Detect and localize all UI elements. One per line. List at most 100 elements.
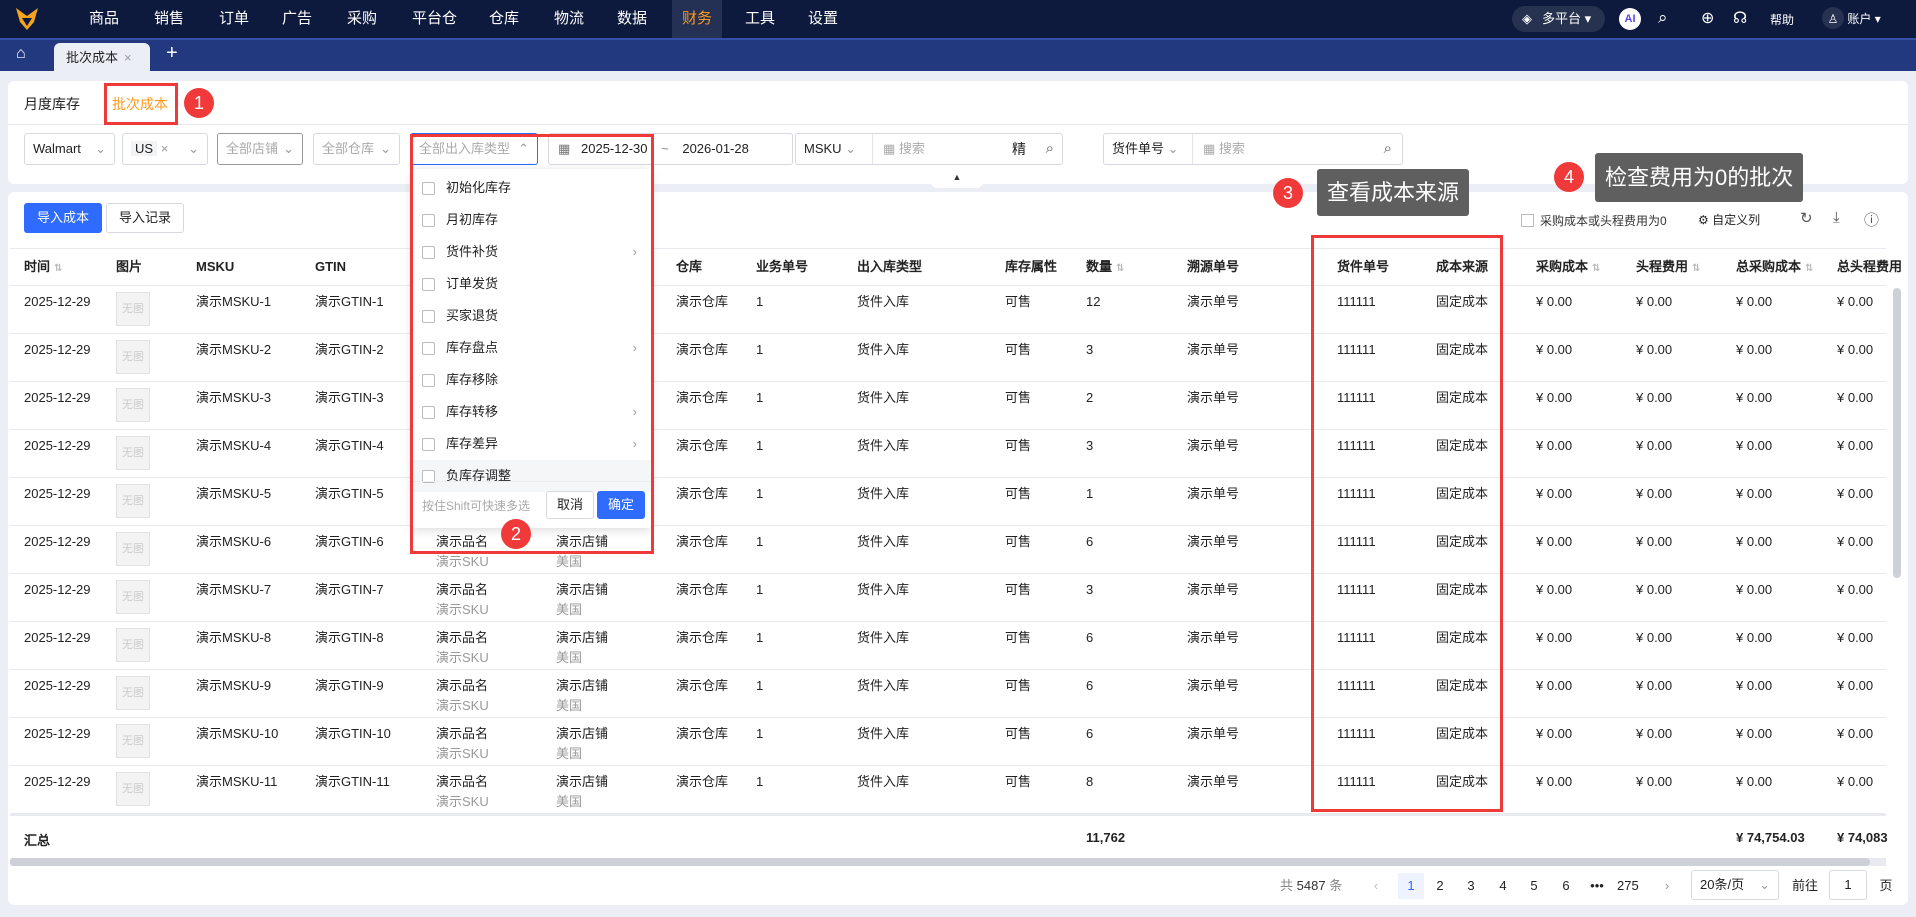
help-link[interactable]: 帮助 <box>1770 11 1794 28</box>
table-row[interactable]: 2025-12-29 无图 演示MSKU-10 演示GTIN-10 演示品名 演示SKU 演… <box>10 718 1886 766</box>
horizontal-scrollbar[interactable] <box>10 858 1886 866</box>
vertical-scrollbar[interactable] <box>1893 288 1901 578</box>
sort-icon[interactable]: ⇅ <box>1116 263 1124 274</box>
country-select[interactable]: US × ⌄ <box>122 133 208 165</box>
nav-item[interactable]: 仓库 <box>479 0 529 38</box>
exact-toggle[interactable]: 精 <box>1012 134 1026 164</box>
next-page-icon[interactable]: › <box>1657 873 1677 899</box>
sort-icon[interactable]: ⇅ <box>1805 263 1813 274</box>
time-value: 2025-12-29 <box>24 342 91 357</box>
tab-label: 批次成本 <box>66 50 119 65</box>
hf-value: ¥ 0.00 <box>1636 726 1673 741</box>
search-icon[interactable]: ⌕ <box>1384 134 1392 164</box>
nav-item[interactable]: 商品 <box>79 0 129 38</box>
page-number[interactable]: 1 <box>1398 873 1424 899</box>
sort-icon[interactable]: ⇅ <box>1692 263 1700 274</box>
shipment-input[interactable]: ▦ 搜索 ⌕ <box>1192 134 1402 164</box>
column-header[interactable]: 数量 ⇅ <box>1086 250 1124 284</box>
date-end[interactable]: 2026-01-28 <box>682 141 749 156</box>
page-number[interactable]: 6 <box>1556 873 1576 899</box>
import-records-button[interactable]: 导入记录 <box>106 203 185 233</box>
cell-attr: 可售 <box>1005 342 1031 358</box>
table-row[interactable]: 2025-12-29 无图 演示MSKU-2 演示GTIN-2 演示仓库 1 货件入库 可售 3… <box>10 334 1886 382</box>
page-number[interactable]: 3 <box>1461 873 1481 899</box>
page-number[interactable]: 5 <box>1524 873 1544 899</box>
table-row[interactable]: 2025-12-29 无图 演示MSKU-5 演示GTIN-5 演示仓库 1 货件入库 可售 1… <box>10 478 1886 526</box>
account-menu[interactable]: ♙ 账户 ▾ <box>1822 7 1881 31</box>
nav-item[interactable]: 销售 <box>144 0 194 38</box>
table-row[interactable]: 2025-12-29 无图 演示MSKU-6 演示GTIN-6 演示品名 演示SKU 演示店… <box>10 526 1886 574</box>
sku-value: 演示SKU <box>436 746 489 761</box>
cell-biz: 1 <box>756 534 763 550</box>
sort-icon[interactable]: ⇅ <box>54 263 62 274</box>
fox-logo-icon[interactable] <box>14 6 40 32</box>
cell-io: 货件入库 <box>857 534 909 550</box>
column-header[interactable]: 头程费用 ⇅ <box>1636 250 1700 284</box>
table-row[interactable]: 2025-12-29 无图 演示MSKU-1 演示GTIN-1 演示仓库 1 货件入库 可售 1… <box>10 286 1886 334</box>
add-tab-icon[interactable]: + <box>166 42 178 65</box>
scrollbar-thumb[interactable] <box>10 858 1870 866</box>
checkbox[interactable] <box>1521 214 1534 227</box>
cell-name: 演示品名 演示SKU <box>436 582 489 618</box>
import-cost-button[interactable]: 导入成本 <box>24 203 103 233</box>
cell-trace: 演示单号 <box>1187 390 1239 406</box>
nav-item[interactable]: 平台仓 <box>402 0 467 38</box>
table-row[interactable]: 2025-12-29 无图 演示MSKU-4 演示GTIN-4 演示仓库 1 货件入库 可售 3… <box>10 430 1886 478</box>
table-row[interactable]: 2025-12-29 无图 演示MSKU-8 演示GTIN-8 演示品名 演示SKU 演示店… <box>10 622 1886 670</box>
nav-item[interactable]: 订单 <box>209 0 259 38</box>
cell-biz: 1 <box>756 678 763 694</box>
column-header[interactable]: 总采购成本 ⇅ <box>1736 250 1813 284</box>
page-size-select[interactable]: 20条/页 ⌄ <box>1691 870 1779 900</box>
more-pages[interactable]: ••• <box>1587 873 1607 899</box>
nav-item[interactable]: 设置 <box>798 0 848 38</box>
goto-page-input[interactable]: 1 <box>1829 870 1867 900</box>
download-icon[interactable]: ⊕ <box>1701 8 1714 28</box>
cell-trace: 演示单号 <box>1187 630 1239 646</box>
platform-select[interactable]: Walmart ⌄ <box>24 133 115 165</box>
tab-batch-cost[interactable]: 批次成本 × <box>54 43 150 73</box>
platform-switch[interactable]: ◈ 多平台 ▾ <box>1512 6 1605 32</box>
store-select[interactable]: 全部店铺 ⌄ <box>217 133 303 165</box>
search-input[interactable]: ▦ 搜索 精 ⌕ <box>872 134 1062 164</box>
export-icon[interactable]: ⤓ <box>1833 209 1840 226</box>
warehouse-select[interactable]: 全部仓库 ⌄ <box>313 133 400 165</box>
trace-value: 演示单号 <box>1187 726 1240 741</box>
sort-icon[interactable]: ⇅ <box>1592 263 1600 274</box>
refresh-icon[interactable]: ↻ <box>1800 209 1813 227</box>
headset-icon[interactable]: ☊ <box>1733 8 1747 28</box>
shipment-type-select[interactable]: 货件单号 ⌄ <box>1112 141 1179 156</box>
collapse-toggle[interactable]: ▲ <box>930 172 984 188</box>
nav-item[interactable]: 广告 <box>272 0 322 38</box>
nav-item[interactable]: 物流 <box>544 0 594 38</box>
tag-close-icon[interactable]: × <box>161 141 169 156</box>
search-icon[interactable]: ⌕ <box>1046 134 1054 164</box>
prev-page-icon[interactable]: ‹ <box>1366 873 1386 899</box>
sku-value: 演示SKU <box>436 794 489 809</box>
cell-thf: ¥ 0.00 <box>1837 342 1873 358</box>
nav-item[interactable]: 工具 <box>735 0 785 38</box>
column-header[interactable]: 时间 ⇅ <box>24 250 62 284</box>
page-number[interactable]: 4 <box>1493 873 1513 899</box>
zero-cost-checkbox[interactable]: 采购成本或头程费用为0 <box>1521 212 1667 229</box>
column-header[interactable]: 采购成本 ⇅ <box>1536 250 1600 284</box>
table-row[interactable]: 2025-12-29 无图 演示MSKU-7 演示GTIN-7 演示品名 演示SKU 演示店… <box>10 574 1886 622</box>
nav-item[interactable]: 采购 <box>337 0 387 38</box>
search-type-select[interactable]: MSKU ⌄ <box>804 141 856 156</box>
table-row[interactable]: 2025-12-29 无图 演示MSKU-11 演示GTIN-11 演示品名 演示SKU 演… <box>10 766 1886 814</box>
table-row[interactable]: 2025-12-29 无图 演示MSKU-9 演示GTIN-9 演示品名 演示SKU 演示店… <box>10 670 1886 718</box>
page-number[interactable]: 275 <box>1617 873 1639 899</box>
table-row[interactable]: 2025-12-29 无图 演示MSKU-3 演示GTIN-3 演示仓库 1 货件入库 可售 2… <box>10 382 1886 430</box>
page-number[interactable]: 2 <box>1430 873 1450 899</box>
nav-item[interactable]: 数据 <box>607 0 657 38</box>
ai-button[interactable]: AI <box>1619 8 1641 30</box>
cell-hf: ¥ 0.00 <box>1636 294 1672 310</box>
cell-attr: 可售 <box>1005 486 1031 502</box>
help-icon[interactable]: ⓘ <box>1864 209 1879 230</box>
pc-value: ¥ 0.00 <box>1536 294 1573 309</box>
subtab-monthly-inventory[interactable]: 月度库存 <box>24 94 80 114</box>
home-icon[interactable]: ⌂ <box>16 45 26 63</box>
close-icon[interactable]: × <box>124 50 132 65</box>
search-icon[interactable]: ⌕ <box>1658 8 1668 28</box>
nav-item[interactable]: 财务 <box>672 0 723 38</box>
custom-columns-button[interactable]: ⚙ 自定义列 <box>1698 211 1760 228</box>
